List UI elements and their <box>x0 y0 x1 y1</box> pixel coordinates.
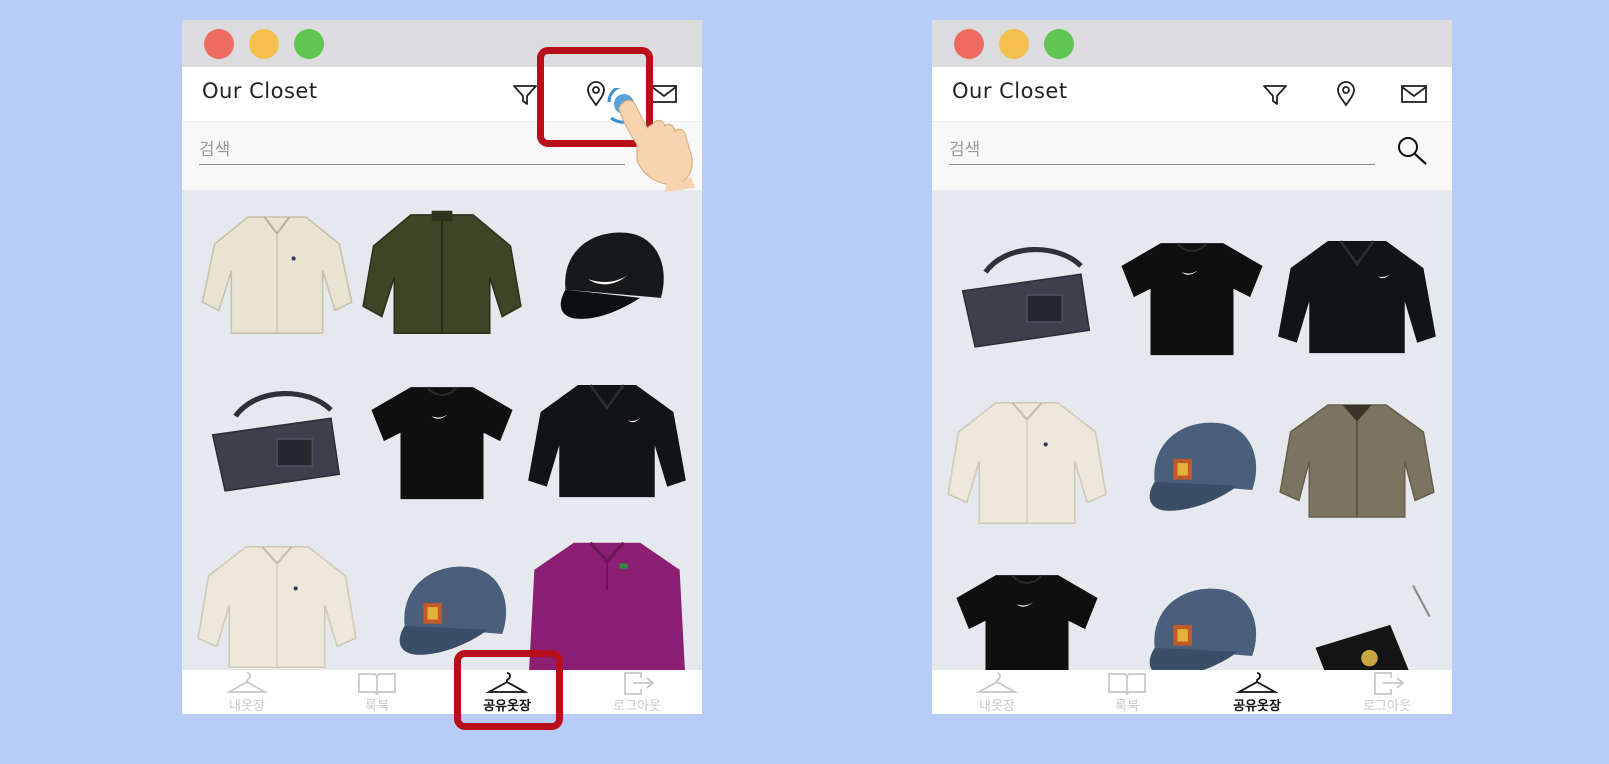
closet-item-denim-shoulder-bag[interactable] <box>944 212 1110 378</box>
app-window-left: Our Closet 검색 내옷장 룩북 공유옷장 로그아웃 <box>182 20 702 714</box>
tab-my-closet[interactable]: 내옷장 <box>932 670 1062 714</box>
app-title: Our Closet <box>952 79 1068 103</box>
tab-label: 공유옷장 <box>1233 699 1281 714</box>
tab-lookbook[interactable]: 룩북 <box>312 670 442 714</box>
tab-label: 룩북 <box>1115 699 1139 714</box>
search-bar <box>182 122 702 190</box>
minimize-window-button[interactable] <box>999 29 1029 59</box>
closet-item-check-shirt[interactable] <box>194 190 360 356</box>
tab-label: 공유옷장 <box>483 699 531 714</box>
logout-icon <box>1374 672 1405 695</box>
closet-item-grid <box>182 190 702 672</box>
window-titlebar <box>932 20 1452 67</box>
closet-item-black-tshirt[interactable] <box>1109 212 1275 378</box>
close-window-button[interactable] <box>204 29 234 59</box>
book-icon <box>358 673 396 696</box>
closet-item-cream-shirt[interactable] <box>194 522 360 672</box>
maximize-window-button[interactable] <box>1044 29 1074 59</box>
closet-item-khaki-jacket[interactable] <box>1274 378 1440 544</box>
filter-icon[interactable] <box>1260 79 1290 109</box>
closet-item-cream-shirt[interactable] <box>944 378 1110 544</box>
mail-icon[interactable] <box>649 79 679 109</box>
filter-icon[interactable] <box>510 79 540 109</box>
search-input[interactable] <box>949 136 1375 165</box>
app-window-right: Our Closet 검색 내옷장 룩북 공유옷장 로그아웃 <box>932 20 1452 714</box>
tab-shared-closet[interactable]: 공유옷장 <box>1192 670 1322 714</box>
closet-item-denim-cap[interactable] <box>1109 378 1275 544</box>
closet-item-olive-bomber-jacket[interactable] <box>359 190 525 356</box>
closet-item-denim-cap[interactable] <box>1109 544 1275 672</box>
hanger-icon <box>1235 672 1279 693</box>
location-pin-icon[interactable] <box>1331 79 1361 109</box>
search-bar <box>932 122 1452 190</box>
logout-icon <box>624 672 655 695</box>
close-window-button[interactable] <box>954 29 984 59</box>
closet-item-black-wallet[interactable] <box>1274 544 1440 672</box>
closet-item-magenta-polo[interactable] <box>524 522 690 672</box>
closet-item-black-track-jacket[interactable] <box>524 356 690 522</box>
tab-logout[interactable]: 로그아웃 <box>1322 670 1452 714</box>
minimize-window-button[interactable] <box>249 29 279 59</box>
tab-logout[interactable]: 로그아웃 <box>572 670 702 714</box>
app-header: Our Closet <box>182 67 702 122</box>
closet-item-grid <box>932 190 1452 672</box>
hanger-icon <box>485 672 529 693</box>
hanger-icon <box>225 672 269 693</box>
closet-item-black-track-jacket[interactable] <box>1274 212 1440 378</box>
search-input[interactable] <box>199 136 625 165</box>
app-header: Our Closet <box>932 67 1452 122</box>
tab-label: 룩북 <box>365 699 389 714</box>
bottom-navigation: 내옷장 룩북 공유옷장 로그아웃 <box>182 670 702 714</box>
bottom-navigation: 내옷장 룩북 공유옷장 로그아웃 <box>932 670 1452 714</box>
hanger-icon <box>975 672 1019 693</box>
book-icon <box>1108 673 1146 696</box>
closet-item-denim-shoulder-bag[interactable] <box>194 356 360 522</box>
tab-label: 로그아웃 <box>613 699 661 714</box>
search-button[interactable] <box>1394 134 1430 168</box>
app-title: Our Closet <box>202 79 318 103</box>
location-pin-icon[interactable] <box>581 79 611 109</box>
tab-shared-closet[interactable]: 공유옷장 <box>442 670 572 714</box>
closet-item-black-tshirt[interactable] <box>359 356 525 522</box>
window-titlebar <box>182 20 702 67</box>
tab-label: 내옷장 <box>229 699 265 714</box>
maximize-window-button[interactable] <box>294 29 324 59</box>
tab-label: 로그아웃 <box>1363 699 1411 714</box>
tab-my-closet[interactable]: 내옷장 <box>182 670 312 714</box>
tab-lookbook[interactable]: 룩북 <box>1062 670 1192 714</box>
mail-icon[interactable] <box>1399 79 1429 109</box>
tab-label: 내옷장 <box>979 699 1015 714</box>
closet-item-denim-cap[interactable] <box>359 522 525 672</box>
closet-item-black-cap[interactable] <box>524 190 690 356</box>
closet-item-black-tshirt[interactable] <box>944 544 1110 672</box>
search-icon <box>1398 137 1427 165</box>
